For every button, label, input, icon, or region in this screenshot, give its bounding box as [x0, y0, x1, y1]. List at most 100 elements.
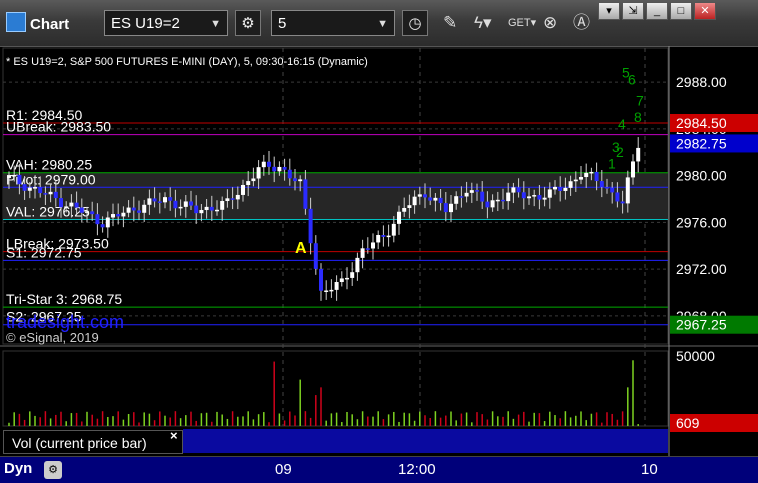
candle-body: [521, 192, 526, 199]
studies-icon[interactable]: ϟ▾: [474, 10, 492, 36]
status-bar: Dyn ⚙ 09 12:00 10: [0, 456, 758, 483]
candle-body: [423, 194, 427, 198]
candle-body: [537, 195, 542, 200]
candle-body: [230, 198, 235, 200]
candle-body: [282, 166, 287, 170]
chevron-down-icon[interactable]: ▼: [377, 11, 388, 37]
candle-body: [506, 192, 511, 202]
volume-current-label: 609: [676, 415, 700, 431]
candle-body: [168, 197, 173, 201]
watermark: tradesight.com: [6, 312, 124, 332]
candle-body: [558, 186, 563, 191]
symbol-value: ES U19=2: [111, 15, 180, 32]
count-label: 7: [636, 92, 644, 108]
text-icon[interactable]: Ⓐ: [573, 10, 590, 36]
candle-body: [246, 181, 251, 186]
candle-body: [116, 214, 121, 217]
symbol-combo[interactable]: ES U19=2 ▼: [104, 10, 228, 36]
window-title: Chart: [6, 12, 69, 33]
candle-body: [303, 179, 308, 209]
candle-body: [480, 191, 485, 202]
candle-body: [204, 206, 209, 211]
gear-icon[interactable]: ⚙: [235, 10, 261, 36]
maximize-icon[interactable]: □: [670, 2, 692, 20]
candle-body: [105, 217, 110, 228]
candle-body: [339, 278, 344, 283]
annotation-label: A: [295, 240, 307, 257]
window-close-icon[interactable]: ✕: [694, 2, 716, 20]
candle-body: [95, 214, 100, 225]
candle-body: [261, 161, 266, 168]
candle-body: [152, 198, 157, 202]
candle-body: [625, 177, 630, 204]
candle-body: [241, 185, 245, 195]
candle-body: [48, 191, 53, 195]
clock-icon[interactable]: ◷: [402, 10, 428, 36]
candle-body: [313, 243, 318, 269]
candle-body: [126, 207, 131, 213]
menu-icon[interactable]: ▾: [598, 2, 620, 20]
interval-combo[interactable]: 5 ▼: [271, 10, 395, 36]
value-area-band: [3, 172, 668, 220]
candle-body: [277, 166, 282, 172]
candle-body: [573, 179, 578, 182]
count-label: 1: [608, 156, 616, 172]
get-icon[interactable]: GET▾: [508, 10, 536, 36]
candle-body: [137, 210, 141, 213]
candle-body: [350, 272, 355, 278]
candle-body: [454, 196, 459, 204]
candle-body: [428, 197, 433, 201]
toolbar: Chart ES U19=2 ▼ ⚙ 5 ▼ ◷ ✎ ϟ▾ GET▾ ⊗ Ⓐ ▾ ⇲…: [0, 0, 758, 47]
minimize-icon[interactable]: _: [646, 2, 668, 20]
candle-body: [183, 201, 188, 207]
candle-body: [527, 196, 531, 199]
candle-body: [272, 166, 277, 172]
candle-body: [178, 206, 183, 209]
price-tag-label: 2982.75: [676, 135, 727, 151]
candle-body: [594, 171, 599, 182]
mode-icon[interactable]: ⚙: [44, 461, 62, 479]
volume-label-text: Vol (current price bar): [12, 435, 147, 451]
candle-body: [53, 191, 58, 199]
close-icon[interactable]: ⊗: [543, 10, 557, 36]
volume-tick-label: 50000: [676, 348, 715, 364]
candle-body: [225, 198, 230, 202]
candle-body: [38, 187, 43, 194]
candle-body: [355, 257, 360, 273]
candle-body: [433, 197, 438, 201]
price-chart[interactable]: R1: 2984.50UBreak: 2983.50VAH: 2980.25Pi…: [0, 46, 758, 456]
pencil-icon[interactable]: ✎: [443, 10, 457, 36]
candle-body: [584, 172, 589, 178]
volume-legend-strip: [183, 429, 668, 453]
price-tag-label: 2984.50: [676, 115, 727, 131]
candle-body: [319, 268, 323, 291]
candle-body: [215, 209, 219, 212]
candle-body: [402, 207, 407, 212]
candle-body: [407, 205, 412, 208]
mode-label: Dyn: [4, 460, 33, 477]
interval-value: 5: [278, 15, 287, 32]
candle-body: [365, 248, 370, 250]
candle-body: [74, 202, 79, 208]
volume-label: Vol (current price bar): [3, 430, 183, 454]
candle-body: [532, 195, 537, 197]
candle-body: [293, 178, 297, 182]
candle-body: [308, 208, 313, 244]
close-icon[interactable]: ×: [170, 428, 178, 443]
y-tick-label: 2972.00: [676, 261, 727, 277]
candle-body: [579, 177, 583, 180]
candle-body: [189, 201, 193, 206]
y-tick-label: 2980.00: [676, 168, 727, 184]
link-icon[interactable]: ⇲: [622, 2, 644, 20]
candle-body: [287, 169, 292, 179]
candle-body: [85, 211, 89, 213]
candle-body: [163, 197, 167, 203]
chevron-down-icon[interactable]: ▼: [210, 11, 221, 37]
candle-body: [417, 194, 422, 197]
candle-body: [199, 210, 204, 214]
candle-body: [599, 181, 604, 188]
candle-body: [469, 190, 474, 193]
candle-body: [17, 174, 22, 185]
candle-body: [298, 179, 303, 182]
candle-body: [251, 178, 256, 182]
